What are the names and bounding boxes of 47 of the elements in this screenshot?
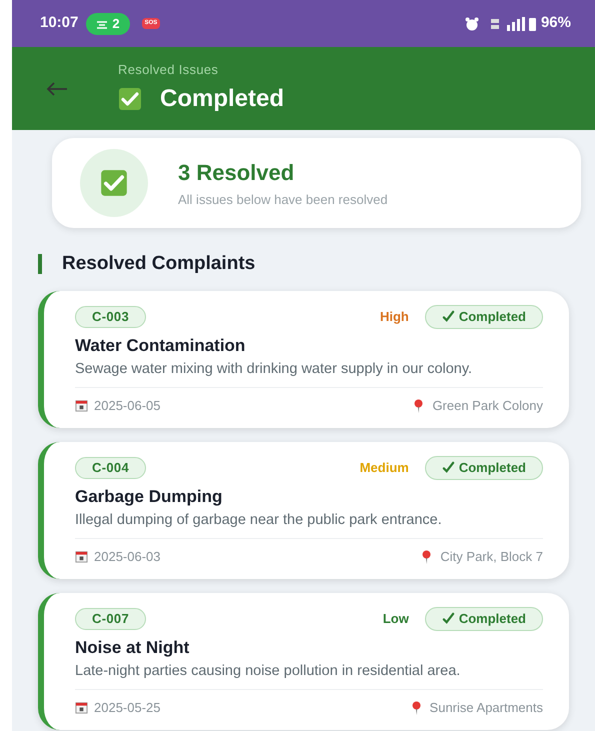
clock-time: 10:07: [40, 13, 78, 34]
priority-label: Low: [382, 610, 409, 628]
section-accent: [38, 254, 42, 274]
battery-level: 96%: [540, 13, 571, 34]
pin-icon: [410, 700, 422, 715]
complaint-location: Green Park Colony: [432, 397, 543, 415]
check-icon: [118, 86, 142, 111]
complaint-description: Late-night parties causing noise pollution in residential area.: [75, 662, 462, 681]
summary-caption: All issues below have been resolved: [178, 191, 388, 210]
calendar-icon: [75, 701, 88, 714]
calendar-icon: [75, 550, 88, 564]
complaint-title: Water Contamination: [75, 334, 246, 356]
header-subtitle: Resolved Issues: [118, 61, 220, 80]
complaint-title: Garbage Dumping: [75, 486, 224, 508]
pin-icon: [413, 398, 424, 413]
complaint-id: C-004: [75, 456, 146, 478]
complaint-card[interactable]: C-003 High Completed Water Contamination Sewage water mixing with drinking water supply in our colony. 2025-06-05 Green Park Colony: [38, 290, 569, 428]
status-badge: Completed: [424, 606, 543, 630]
complaint-date: 2025-06-03: [94, 548, 160, 566]
priority-label: Medium: [360, 458, 409, 477]
check-icon: [442, 612, 455, 625]
check-icon: [100, 169, 128, 197]
pin-icon: [421, 550, 432, 564]
complaint-card[interactable]: C-007 Low Completed Noise at Night Late-night parties causing noise pollution in residential area. 2025-05-25 Sunrise Apartments: [38, 592, 569, 730]
resolved-count: 3 Resolved: [178, 159, 296, 188]
check-icon: [442, 461, 455, 474]
complaint-id: C-007: [75, 608, 146, 630]
complaint-description: Sewage water mixing with drinking water supply in our colony.: [75, 360, 474, 379]
complaint-location: Sunrise Apartments: [430, 699, 543, 717]
complaint-date: 2025-06-05: [94, 397, 160, 415]
hotspot-badge: 2: [86, 12, 130, 34]
status-badge: Completed: [424, 456, 543, 480]
header-title: Completed: [160, 84, 284, 114]
hotspot-icon: [96, 18, 108, 28]
priority-label: High: [380, 308, 409, 326]
back-arrow-icon[interactable]: [46, 80, 68, 96]
complaint-date: 2025-05-25: [94, 699, 160, 717]
complaint-id: C-003: [75, 306, 146, 328]
calendar-icon: [75, 399, 88, 412]
check-icon: [442, 310, 455, 323]
status-badge: Completed: [424, 304, 543, 328]
complaint-card[interactable]: C-004 Medium Completed Garbage Dumping Illegal dumping of garbage near the public park entrance. 2025-06-03 City Park, Block 7: [38, 442, 569, 578]
complaint-title: Noise at Night: [75, 636, 190, 659]
signal-icon: [490, 16, 537, 30]
section-title: Resolved Complaints: [62, 252, 256, 276]
complaint-description: Illegal dumping of garbage near the public park entrance.: [75, 511, 443, 530]
complaint-location: City Park, Block 7: [440, 548, 543, 566]
